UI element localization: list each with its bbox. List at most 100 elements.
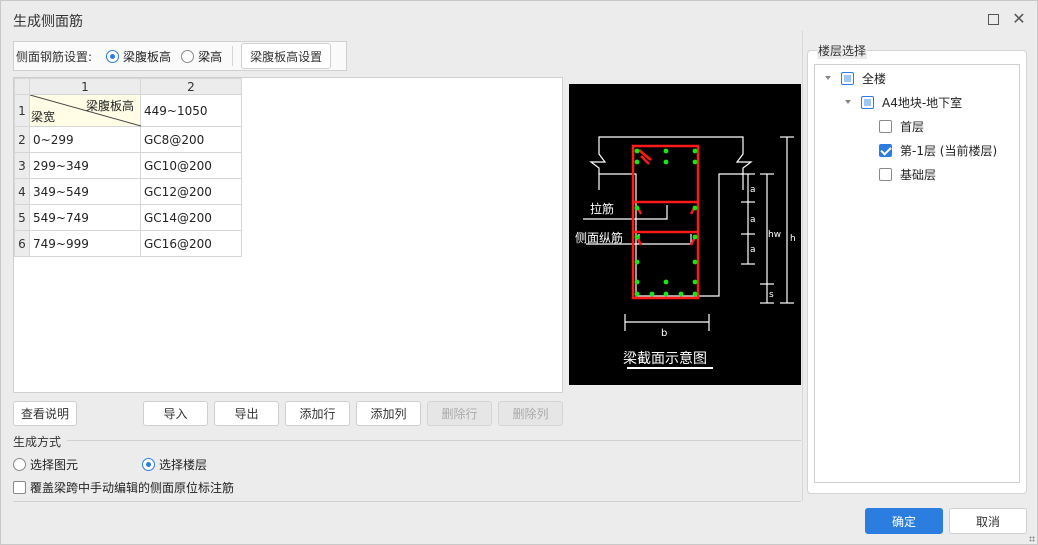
table-row: 1 梁腹板高 梁宽 449~1050 <box>14 94 242 127</box>
table-row: 4 349~549 GC12@200 <box>14 178 242 205</box>
export-button[interactable]: 导出 <box>214 401 279 426</box>
table-row: 3 299~349 GC10@200 <box>14 152 242 179</box>
side-rebar-setting-bar: 侧面钢筋设置: 梁腹板高 梁高 梁腹板高设置 <box>13 41 347 71</box>
left-slab-break <box>589 144 607 190</box>
override-checkbox[interactable]: 覆盖梁跨中手动编辑的侧面原位标注筋 <box>13 479 234 496</box>
column-header[interactable]: 2 <box>140 78 242 95</box>
dim-hw: hw <box>768 230 781 240</box>
delete-column-button[interactable]: 删除列 <box>498 401 563 426</box>
diagram-caption: 梁截面示意图 <box>623 350 707 367</box>
dim-s: s <box>769 290 774 300</box>
table-cell[interactable]: 0~299 <box>29 126 141 153</box>
column-header[interactable]: 1 <box>29 78 141 95</box>
group-divider <box>67 440 801 441</box>
table-cell[interactable]: 449~1050 <box>140 94 242 127</box>
add-row-button[interactable]: 添加行 <box>285 401 350 426</box>
table-row: 6 749~999 GC16@200 <box>14 230 242 257</box>
delete-row-button[interactable]: 删除行 <box>427 401 492 426</box>
maximize-icon[interactable] <box>985 11 1001 27</box>
radio-dot-icon <box>181 49 195 63</box>
table-cell[interactable]: GC14@200 <box>140 204 242 231</box>
table-cell[interactable]: 299~349 <box>29 152 141 179</box>
table-cell[interactable]: GC12@200 <box>140 178 242 205</box>
radio-dot-icon <box>106 49 120 63</box>
ok-button[interactable]: 确定 <box>865 508 943 534</box>
row-header[interactable]: 2 <box>14 126 30 153</box>
radio-dot-icon <box>13 458 26 471</box>
radio-select-floor[interactable]: 选择楼层 <box>142 456 207 473</box>
right-slab-break <box>735 144 753 190</box>
radio-dot-icon <box>142 458 155 471</box>
cancel-button[interactable]: 取消 <box>949 508 1027 534</box>
separator <box>232 46 234 66</box>
expand-caret-icon[interactable] <box>845 100 851 104</box>
tree-item-foundation[interactable]: 基础层 <box>879 164 936 184</box>
radio-select-element[interactable]: 选择图元 <box>13 456 78 473</box>
web-height-settings-button[interactable]: 梁腹板高设置 <box>241 43 332 69</box>
dialog-title: 生成侧面筋 <box>13 14 83 30</box>
close-icon[interactable]: ✕ <box>1011 11 1027 27</box>
expand-caret-icon[interactable] <box>825 76 831 80</box>
label-side-rebar: 侧面纵筋 <box>575 230 623 245</box>
checkbox-checked-icon[interactable] <box>879 143 892 157</box>
checkbox-icon[interactable] <box>841 71 854 85</box>
checkbox-icon[interactable] <box>861 95 874 109</box>
label-tie: 拉筋 <box>590 201 614 216</box>
floor-tree: 全楼 A4地块-地下室 首层 第-1层 (当前楼层) 基础层 <box>814 64 1020 483</box>
tree-item-floor-minus-1[interactable]: 第-1层 (当前楼层) <box>879 140 997 160</box>
radio-select-floor-label: 选择楼层 <box>159 458 208 472</box>
tree-item-label: 基础层 <box>900 167 937 182</box>
tree-item-label: 第-1层 (当前楼层) <box>900 143 998 158</box>
stirrup <box>631 144 700 300</box>
diag-label-beam-width: 梁宽 <box>31 110 56 124</box>
tree-item-label: 首层 <box>900 119 925 134</box>
side-rebar-setting-label: 侧面钢筋设置: <box>16 49 93 64</box>
corner-header <box>14 78 30 95</box>
table-cell[interactable]: 349~549 <box>29 178 141 205</box>
slab-top-line <box>598 136 744 144</box>
override-label: 覆盖梁跨中手动编辑的侧面原位标注筋 <box>30 481 235 495</box>
table-cell[interactable]: 749~999 <box>29 230 141 257</box>
beam-section-diagram: 拉筋 侧面纵筋 a a a hw h s b 梁截面示意图 <box>569 84 801 385</box>
radio-select-element-label: 选择图元 <box>30 458 79 472</box>
view-help-button[interactable]: 查看说明 <box>13 401 77 426</box>
generation-mode-label: 生成方式 <box>13 435 62 449</box>
radio-web-height[interactable]: 梁腹板高 <box>106 48 171 65</box>
rebar-dots <box>634 148 698 297</box>
tree-item-all-floors[interactable]: 全楼 <box>825 68 886 88</box>
table-cell[interactable]: GC16@200 <box>140 230 242 257</box>
panel-divider <box>802 31 803 501</box>
rebar-table[interactable]: 1 2 1 梁腹板高 梁宽 449~1050 2 0~299 GC8@200 3… <box>13 77 563 393</box>
table-row: 5 549~749 GC14@200 <box>14 204 242 231</box>
dim-b: b <box>661 328 667 339</box>
tree-item-first-floor[interactable]: 首层 <box>879 116 924 136</box>
table-cell[interactable]: GC10@200 <box>140 152 242 179</box>
row-header[interactable]: 5 <box>14 204 30 231</box>
radio-web-height-label: 梁腹板高 <box>123 49 172 64</box>
row-header[interactable]: 6 <box>14 230 30 257</box>
dim-a: a <box>750 215 756 225</box>
floor-select-title: 楼层选择 <box>817 42 868 59</box>
table-cell[interactable]: 549~749 <box>29 204 141 231</box>
radio-beam-height[interactable]: 梁高 <box>181 48 222 65</box>
checkbox-icon[interactable] <box>879 167 892 181</box>
row-header[interactable]: 4 <box>14 178 30 205</box>
dim-a: a <box>750 185 756 195</box>
table-cell[interactable]: GC8@200 <box>140 126 242 153</box>
checkbox-icon[interactable] <box>879 119 892 133</box>
import-button[interactable]: 导入 <box>143 401 208 426</box>
tree-item-label: A4地块-地下室 <box>882 95 963 110</box>
add-column-button[interactable]: 添加列 <box>356 401 421 426</box>
tree-item-basement-block[interactable]: A4地块-地下室 <box>845 92 962 112</box>
row-header[interactable]: 3 <box>14 152 30 179</box>
radio-beam-height-label: 梁高 <box>198 49 223 64</box>
footer-divider <box>13 501 801 502</box>
beam-section-drawing: 拉筋 侧面纵筋 a a a hw h s b 梁截面示意图 <box>575 136 796 369</box>
dialog-window: 生成侧面筋 ✕ 侧面钢筋设置: 梁腹板高 梁高 梁腹板高设置 1 2 1 梁腹板… <box>0 0 1038 545</box>
diag-label-web-height: 梁腹板高 <box>85 99 134 113</box>
dim-h: h <box>790 234 796 244</box>
checkbox-icon <box>13 481 26 494</box>
row-header[interactable]: 1 <box>14 94 30 127</box>
column-header-row: 1 2 <box>14 78 242 95</box>
resize-grip-icon[interactable] <box>1029 536 1035 542</box>
